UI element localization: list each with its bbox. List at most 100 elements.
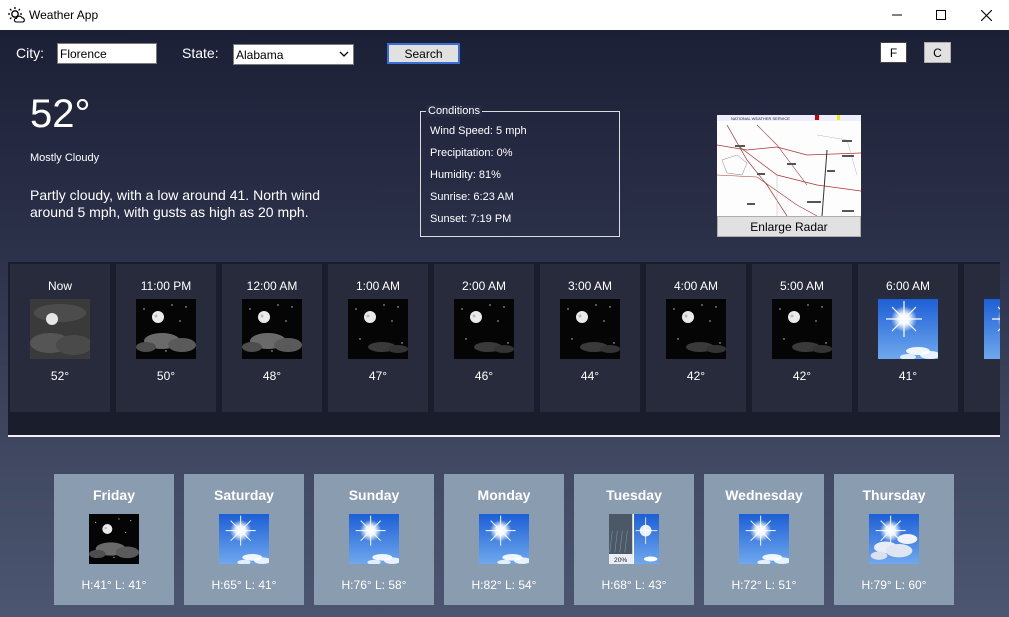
conditions-legend: Conditions <box>426 105 482 117</box>
night-clear-icon <box>560 299 620 359</box>
title-bar: Weather App <box>0 0 1009 30</box>
daily-day: Wednesday <box>725 487 803 503</box>
hourly-temp: 42° <box>792 369 812 383</box>
radar-header: NATIONAL WEATHER SERVICE <box>731 116 790 121</box>
hourly-card: 1:00 AM 47° <box>328 264 428 412</box>
hourly-time: 3:00 AM <box>567 279 613 293</box>
hourly-card: 4:00 AM 42° <box>646 264 746 412</box>
hourly-temp: 42° <box>686 369 706 383</box>
radar-map[interactable]: NATIONAL WEATHER SERVICE <box>717 115 861 216</box>
maximize-icon <box>936 10 946 20</box>
sunny-icon <box>349 514 401 565</box>
night-partly-cloudy-icon <box>242 299 302 359</box>
hourly-temp: 46° <box>474 369 494 383</box>
current-temperature: 52° <box>30 92 91 136</box>
daily-day: Sunday <box>348 487 400 503</box>
svg-text:20%: 20% <box>614 557 627 564</box>
hourly-time: 2:00 AM <box>461 279 507 293</box>
enlarge-radar-button[interactable]: Enlarge Radar <box>717 216 861 237</box>
daily-high-low: H:41° L: 41° <box>81 578 147 592</box>
search-button[interactable]: Search <box>387 43 460 64</box>
sunset: Sunset: 7:19 PM <box>430 213 512 225</box>
daily-high-low: H:65° L: 41° <box>211 578 277 592</box>
conditions-group: Conditions Wind Speed: 5 mph Precipitati… <box>420 105 620 237</box>
night-cloudy-icon <box>30 299 92 359</box>
forecast-description: Partly cloudy, with a low around 41. Nor… <box>30 187 320 220</box>
chevron-down-icon <box>339 51 349 57</box>
daily-high-low: H:82° L: 54° <box>471 578 537 592</box>
close-button[interactable] <box>963 0 1009 30</box>
state-select-value: Alabama <box>236 48 284 62</box>
hourly-card: 11:00 PM 50° <box>116 264 216 412</box>
horizontal-scrollbar[interactable] <box>8 435 1000 437</box>
daily-card: Monday H:82° L: 54° <box>444 474 564 605</box>
daily-high-low: H:72° L: 51° <box>731 578 797 592</box>
night-partly-cloudy-icon <box>89 514 139 564</box>
hourly-temp: 44° <box>580 369 600 383</box>
close-icon <box>980 9 992 21</box>
hourly-time: 4:00 AM <box>673 279 719 293</box>
precipitation: Precipitation: 0% <box>430 147 513 159</box>
daily-day: Saturday <box>214 487 274 503</box>
hourly-time: Now <box>47 279 72 293</box>
hourly-temp: 52° <box>50 369 70 383</box>
celsius-button[interactable]: C <box>924 42 951 63</box>
hourly-forecast-strip[interactable]: Now 52° 11:00 PM 50° 12:00 AM 48° 1:00 A… <box>8 262 1000 437</box>
hourly-card: 5:00 AM 42° <box>752 264 852 412</box>
city-input[interactable] <box>57 43 157 64</box>
city-label: City: <box>16 45 44 61</box>
main-panel: City: State: Alabama Search F C 52° Most… <box>0 30 1009 617</box>
hourly-card: Now 52° <box>10 264 110 412</box>
sunrise: Sunrise: 6:23 AM <box>430 191 514 203</box>
sunny-icon <box>219 514 271 565</box>
hourly-card: 6:00 AM 41° <box>858 264 958 412</box>
daily-card: Saturday H:65° L: 41° <box>184 474 304 605</box>
daily-day: Tuesday <box>606 487 662 503</box>
sunny-icon <box>878 299 940 360</box>
hourly-time: 11:00 PM <box>140 279 192 293</box>
daily-day: Monday <box>477 487 531 503</box>
fahrenheit-button[interactable]: F <box>880 42 907 63</box>
daily-card: Thursday H:79° L: 60° <box>834 474 954 605</box>
daily-high-low: H:79° L: 60° <box>861 578 927 592</box>
daily-day: Thursday <box>862 487 926 503</box>
radar-map-image: NATIONAL WEATHER SERVICE <box>717 115 861 216</box>
night-clear-icon <box>348 299 408 359</box>
maximize-button[interactable] <box>918 0 964 30</box>
hourly-time: 6:00 AM <box>885 279 931 293</box>
current-condition: Mostly Cloudy <box>30 152 100 164</box>
daily-high-low: H:76° L: 58° <box>341 578 407 592</box>
hourly-temp: 50° <box>156 369 176 383</box>
sunny-icon <box>739 514 791 565</box>
daily-card: Wednesday H:72° L: 51° <box>704 474 824 605</box>
night-clear-icon <box>454 299 514 359</box>
hourly-card: 7 <box>964 264 1000 412</box>
night-partly-cloudy-icon <box>136 299 196 359</box>
window-title: Weather App <box>29 8 99 22</box>
state-select[interactable]: Alabama <box>233 44 354 65</box>
night-clear-icon <box>772 299 832 359</box>
hourly-temp: 47° <box>368 369 388 383</box>
minimize-icon <box>892 14 902 16</box>
daily-card: Tuesday 20% H:68° L: 43° <box>574 474 694 605</box>
hourly-temp: 48° <box>262 369 282 383</box>
daily-high-low: H:68° L: 43° <box>601 578 667 592</box>
hourly-time: 12:00 AM <box>246 279 298 293</box>
minimize-button[interactable] <box>874 0 920 30</box>
hourly-card: 3:00 AM 44° <box>540 264 640 412</box>
daily-card: Friday H:41° L: 41° <box>54 474 174 605</box>
hourly-time: 5:00 AM <box>779 279 825 293</box>
hourly-card: 12:00 AM 48° <box>222 264 322 412</box>
rain-then-sunny-icon: 20% <box>609 514 659 564</box>
night-clear-icon <box>666 299 726 359</box>
humidity: Humidity: 81% <box>430 169 501 181</box>
sun-cloud-icon <box>8 7 25 23</box>
hourly-time: 1:00 AM <box>355 279 401 293</box>
sunny-icon <box>479 514 531 565</box>
daily-card: Sunday H:76° L: 58° <box>314 474 434 605</box>
hourly-time: 7 <box>964 279 1000 293</box>
sunny-icon <box>984 299 1000 359</box>
state-label: State: <box>182 45 219 61</box>
wind-speed: Wind Speed: 5 mph <box>430 125 527 137</box>
hourly-card: 2:00 AM 46° <box>434 264 534 412</box>
